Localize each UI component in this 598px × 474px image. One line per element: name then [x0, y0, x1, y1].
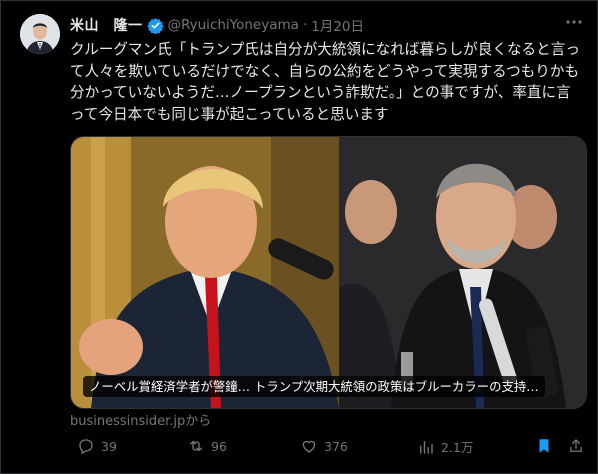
tweet-date[interactable]: 1月20日 — [311, 15, 364, 35]
share-icon — [570, 439, 582, 452]
more-dots-glyph — [566, 20, 582, 24]
action-bar: 39 96 376 2.1万 — [63, 437, 591, 461]
views-button[interactable]: 2.1万 — [417, 437, 473, 456]
like-button[interactable]: 376 — [300, 437, 348, 455]
reply-count: 39 — [101, 438, 117, 454]
view-count: 2.1万 — [441, 440, 474, 455]
like-count: 376 — [324, 438, 348, 454]
tweet-text: クルーグマン氏「トランプ氏は自分が大統領になれば暮らしが良くなると言って人々を欺… — [70, 41, 580, 123]
tweet-header: 米山 隆一 @RyuichiYoneyama · 1月20日 — [70, 15, 364, 35]
tweet-container: 米山 隆一 @RyuichiYoneyama · 1月20日 クルーグマン氏「ト… — [0, 0, 598, 474]
author-display-name[interactable]: 米山 隆一 — [70, 15, 143, 35]
share-button[interactable] — [567, 437, 585, 455]
bookmark-icon — [539, 439, 549, 453]
retweet-button[interactable]: 96 — [187, 437, 227, 455]
avatar-image — [20, 14, 60, 54]
bookmark-button[interactable] — [535, 437, 553, 455]
retweet-count: 96 — [211, 438, 227, 454]
views-chart-icon — [420, 440, 433, 454]
card-photo — [71, 137, 586, 408]
card-caption: ノーベル賞経済学者が警鐘… トランプ次期大統領の政策はブルーカラーの支持… — [83, 376, 545, 397]
card-source[interactable]: businessinsider.jpから — [70, 410, 211, 429]
heart-icon — [302, 440, 316, 453]
link-card[interactable]: ノーベル賞経済学者が警鐘… トランプ次期大統領の政策はブルーカラーの支持… — [70, 136, 587, 409]
more-dots-icon[interactable] — [565, 13, 583, 35]
reply-button[interactable]: 39 — [77, 437, 117, 455]
separator-dot: · — [302, 17, 308, 33]
author-handle[interactable]: @RyuichiYoneyama — [168, 17, 299, 33]
avatar[interactable] — [20, 14, 60, 54]
retweet-icon — [190, 440, 202, 452]
reply-icon — [79, 439, 93, 455]
verified-badge-icon — [146, 17, 164, 34]
